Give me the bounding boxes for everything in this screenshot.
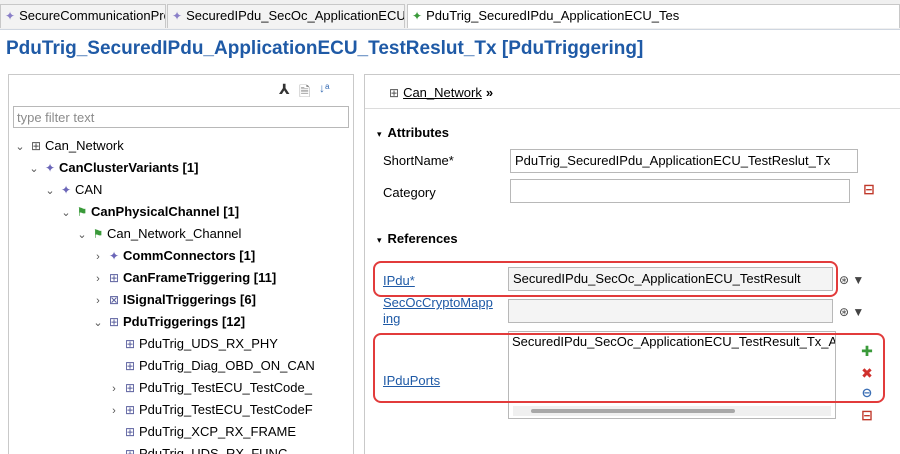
signal-icon: ⊠: [108, 293, 120, 307]
chevron-right-icon[interactable]: ›: [107, 400, 121, 422]
highlight-ipdu: [373, 261, 838, 297]
network-icon: ⊞: [389, 86, 400, 100]
reference-icon: ⊛: [839, 273, 850, 287]
tree-item-pdutrig-diag-obd[interactable]: ⊞ PduTrig_Diag_OBD_ON_CAN: [121, 355, 315, 377]
seccryptomapping-link[interactable]: SecOcCryptoMapp ing: [383, 295, 493, 329]
remove-value-icon[interactable]: ⊟: [859, 407, 875, 423]
highlight-ipduports: [373, 333, 885, 403]
chevron-right-icon[interactable]: ›: [91, 290, 105, 312]
tree-item-pdutrig-testecu-testcode-1[interactable]: › ⊞ PduTrig_TestECU_TestCode_: [107, 377, 312, 399]
tree-item-pdutrig-uds-rx-func[interactable]: ⊞ PduTrig_UDS_RX_FUNC: [121, 443, 287, 454]
editor-tab-bar: ✦SecureCommunicationPropsSet_0 ✦SecuredI…: [0, 0, 900, 30]
tree-item-canclustervariants[interactable]: ⌄ ✦ CanClusterVariants [1]: [27, 157, 198, 179]
tree-item-can-network[interactable]: ⌄ ⊞ Can_Network: [13, 135, 123, 158]
details-panel: ⊞ Can_Network » ▾ Attributes ShortName* Pdu…: [364, 74, 900, 454]
chevron-right-icon[interactable]: ›: [107, 378, 121, 400]
references-section-header[interactable]: ▾ References: [377, 229, 458, 249]
chevron-down-icon: ▼: [852, 273, 865, 287]
variant-icon: ✦: [44, 161, 56, 175]
star-icon: ✦: [172, 9, 183, 23]
chevron-right-icon[interactable]: ›: [91, 268, 105, 290]
channel-icon: ⚑: [92, 227, 104, 241]
chevron-down-icon[interactable]: ⌄: [43, 180, 57, 202]
star-icon: ✦: [5, 9, 16, 23]
document-icon[interactable]: 🗎: [299, 81, 310, 105]
frame-icon: ⊞: [108, 271, 120, 285]
breadcrumb-separator-icon[interactable]: »: [486, 85, 493, 100]
pdu-icon: ⊞: [108, 315, 120, 329]
breadcrumb: ⊞ Can_Network »: [389, 83, 493, 103]
star-icon: ✦: [412, 9, 423, 23]
pdu-icon: ⊞: [124, 337, 136, 351]
divider: [365, 108, 900, 109]
chevron-down-icon[interactable]: ⌄: [27, 158, 41, 180]
tree-item-isignaltriggerings[interactable]: › ⊠ ISignalTriggerings [6]: [91, 289, 256, 311]
editor-title: PduTrig_SecuredIPdu_ApplicationECU_TestR…: [6, 38, 644, 59]
tree-item-pdutrig-testecu-testcode-2[interactable]: › ⊞ PduTrig_TestECU_TestCodeF: [107, 399, 313, 421]
tree-item-canphysicalchannel[interactable]: ⌄ ⚑ CanPhysicalChannel [1]: [59, 201, 239, 223]
tree-item-can[interactable]: ⌄ ✦ CAN: [43, 179, 102, 201]
tab-pdutrig-active[interactable]: ✦ PduTrig_SecuredIPdu_ApplicationECU_Tes: [407, 4, 900, 28]
pdu-icon: ⊞: [124, 425, 136, 439]
tree-filter-input[interactable]: [13, 106, 349, 128]
chevron-right-icon[interactable]: ›: [91, 246, 105, 268]
tree-item-pdutrig-uds-rx-phy[interactable]: ⊞ PduTrig_UDS_RX_PHY: [121, 333, 278, 355]
ipdu-reference-dropdown[interactable]: ⊛ ▼: [839, 268, 873, 292]
chevron-down-icon[interactable]: ▾: [377, 235, 382, 245]
connector-icon: ✦: [108, 249, 120, 263]
pdu-icon: ⊞: [124, 359, 136, 373]
chevron-down-icon[interactable]: ⌄: [59, 202, 73, 224]
shortname-field[interactable]: PduTrig_SecuredIPdu_ApplicationECU_TestR…: [510, 149, 858, 173]
horizontal-scrollbar[interactable]: [513, 406, 831, 416]
pdu-icon: ⊞: [124, 447, 136, 454]
collapse-all-icon[interactable]: ⅄: [279, 81, 290, 98]
tab-securecommunicationpropsset[interactable]: ✦SecureCommunicationPropsSet_0: [0, 4, 166, 28]
reference-icon: ⊛: [839, 305, 850, 319]
tree-item-can-network-channel[interactable]: ⌄ ⚑ Can_Network_Channel: [75, 223, 241, 245]
breadcrumb-can-network-link[interactable]: Can_Network: [403, 85, 482, 100]
shortname-label: ShortName*: [383, 153, 454, 168]
scrollbar-thumb[interactable]: [531, 409, 735, 413]
tree-toolbar: ⅄ 🗎 ↓ᵃ: [9, 75, 353, 105]
tree-panel: ⅄ 🗎 ↓ᵃ ⌄⊞Can_Network ⌄✦CanClusterVariant…: [8, 74, 354, 454]
pdu-icon: ⊞: [124, 381, 136, 395]
chevron-down-icon[interactable]: ⌄: [75, 224, 89, 246]
tree-item-pdutrig-xcp-rx-frame[interactable]: ⊞ PduTrig_XCP_RX_FRAME: [121, 421, 296, 443]
remove-value-icon[interactable]: ⊟: [861, 181, 877, 197]
chevron-down-icon[interactable]: ▾: [377, 129, 382, 139]
tree-item-commconnectors[interactable]: › ✦ CommConnectors [1]: [91, 245, 255, 267]
tree-item-canframetriggering[interactable]: › ⊞ CanFrameTriggering [11]: [91, 267, 276, 289]
seccryptomapping-dropdown[interactable]: ⊛ ▼: [839, 300, 873, 324]
network-icon: ⊞: [30, 139, 42, 153]
chevron-down-icon: ▼: [852, 305, 865, 319]
chevron-down-icon[interactable]: ⌄: [91, 312, 105, 334]
attributes-section-header[interactable]: ▾ Attributes: [377, 123, 449, 143]
tree-item-pdutriggerings[interactable]: ⌄ ⊞ PduTriggerings [12]: [91, 311, 245, 333]
category-field[interactable]: [510, 179, 850, 203]
chevron-down-icon[interactable]: ⌄: [13, 136, 27, 158]
tab-securedipdu[interactable]: ✦SecuredIPdu_SecOc_ApplicationECU_TestRe…: [167, 4, 405, 28]
category-label: Category: [383, 185, 436, 200]
seccryptomapping-field[interactable]: [508, 299, 833, 323]
channel-icon: ⚑: [76, 205, 88, 219]
variant-icon: ✦: [60, 183, 72, 197]
sort-icon[interactable]: ↓ᵃ: [319, 81, 329, 95]
pdu-icon: ⊞: [124, 403, 136, 417]
